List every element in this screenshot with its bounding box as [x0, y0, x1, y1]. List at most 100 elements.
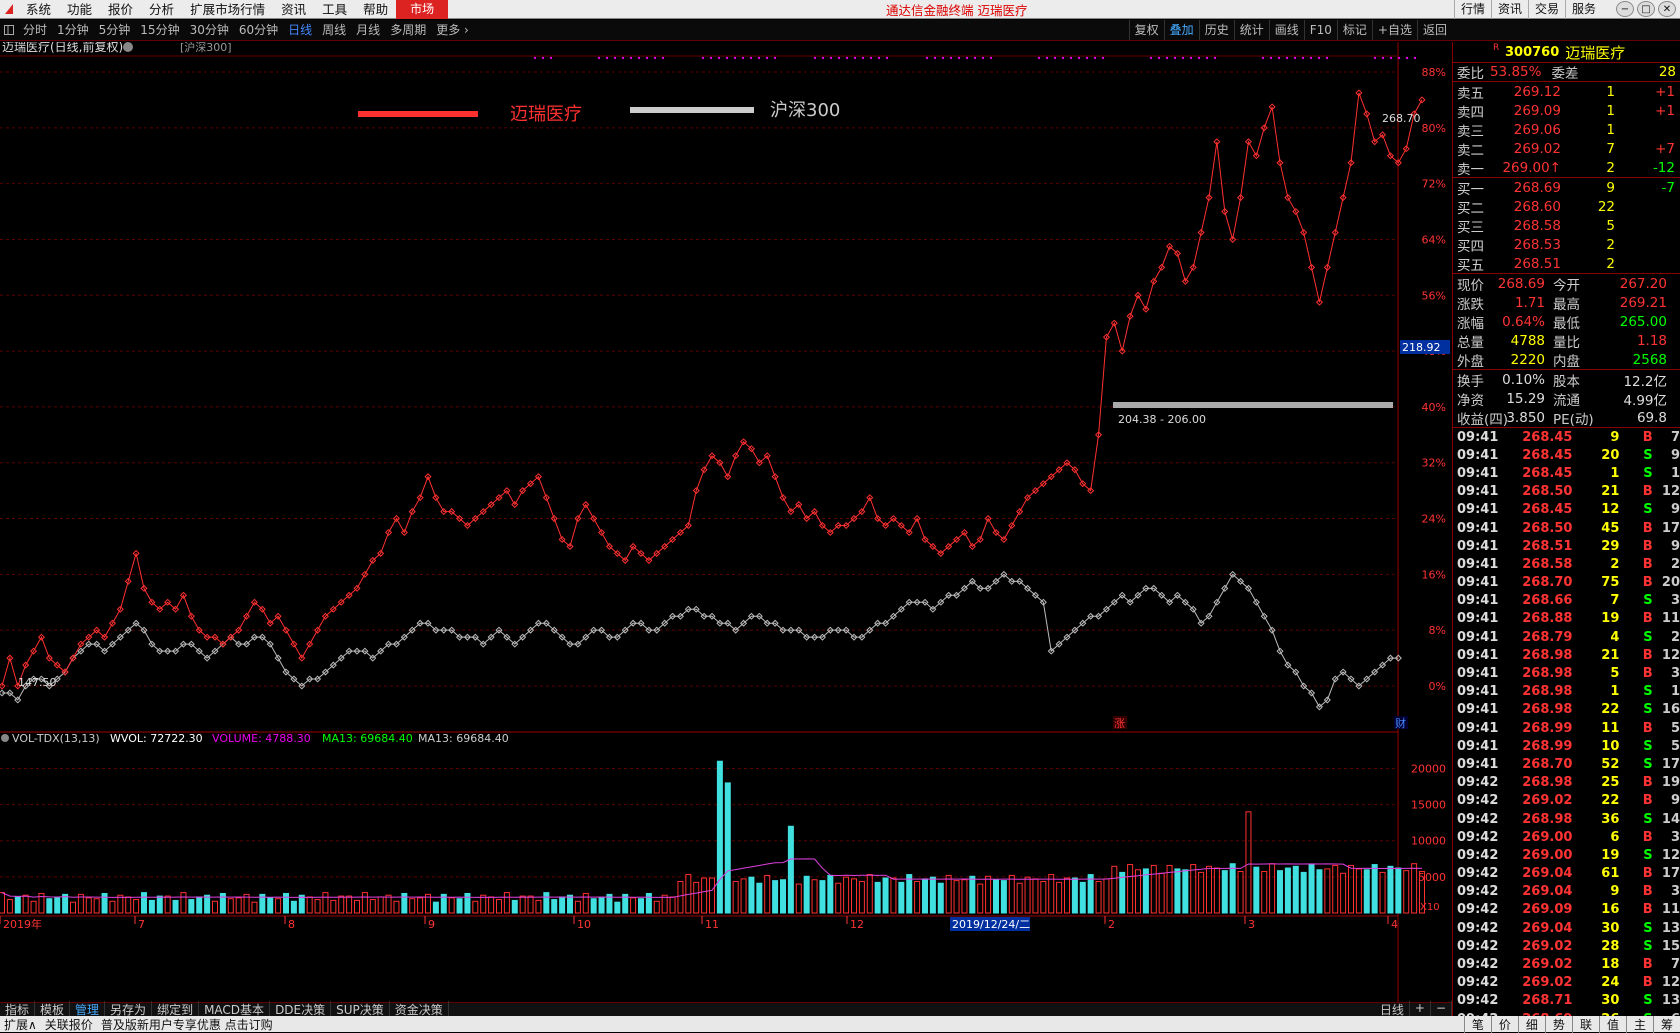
- minimize-icon[interactable]: −: [1616, 1, 1634, 17]
- toolbar-btn-0[interactable]: 复权: [1128, 20, 1164, 40]
- toolbar-btn-5[interactable]: F10: [1303, 20, 1337, 40]
- tick-row-13: 09:41 268.98 5 B 3: [1453, 664, 1680, 682]
- ask-row-4: 卖一 269.00↑ 2 -12: [1453, 158, 1680, 178]
- status-item-1[interactable]: 关联报价: [41, 1016, 97, 1033]
- tick-time: 09:42: [1457, 938, 1499, 954]
- tick-row-10: 09:41 268.88 19 B 11: [1453, 610, 1680, 628]
- status-tab-3[interactable]: 势: [1544, 1015, 1572, 1033]
- ask-row-0: 卖五 269.12 1 +1: [1453, 82, 1680, 102]
- event-dot: [1173, 56, 1177, 60]
- tick-count: 15: [1661, 938, 1680, 954]
- menu-item-3[interactable]: 分析: [141, 0, 182, 19]
- quote-row-0-v1: 268.69: [1497, 275, 1545, 292]
- volume-bar: [693, 881, 700, 914]
- tick-side: S: [1643, 847, 1653, 863]
- toolbar-btn-3[interactable]: 统计: [1233, 20, 1269, 40]
- period-tab-0[interactable]: 分时: [18, 20, 52, 40]
- volume-bar: [164, 895, 171, 914]
- toolbar-btn-2[interactable]: 历史: [1198, 20, 1234, 40]
- menu-item-6[interactable]: 工具: [314, 0, 355, 19]
- toolbar-btn-4[interactable]: 画线: [1268, 20, 1304, 40]
- volume-bar: [993, 879, 999, 914]
- maximize-icon[interactable]: □: [1637, 1, 1655, 17]
- volume-bar: [125, 896, 132, 914]
- tick-vol: 19: [1601, 847, 1620, 863]
- volume-bar: [709, 877, 715, 914]
- status-tab-0[interactable]: 笔: [1463, 1015, 1491, 1033]
- menu-right-2[interactable]: 交易: [1527, 0, 1565, 19]
- menu-item-7[interactable]: 帮助: [355, 0, 396, 19]
- status-tab-6[interactable]: 主: [1625, 1015, 1653, 1033]
- tick-side: B: [1642, 520, 1653, 536]
- volume-bar: [156, 895, 163, 914]
- status-item-0[interactable]: 扩展∧: [0, 1016, 41, 1033]
- volume-bar: [456, 898, 463, 914]
- status-tab-5[interactable]: 值: [1598, 1015, 1626, 1033]
- event-dot: [1053, 56, 1057, 60]
- event-dot: [989, 56, 993, 60]
- tick-side: S: [1643, 738, 1653, 754]
- period-tab-4[interactable]: 30分钟: [185, 20, 234, 40]
- tick-price: 268.98: [1522, 666, 1573, 682]
- menu-item-1[interactable]: 功能: [59, 0, 100, 19]
- quote-panel: R 300760 迈瑞医疗 委比 53.85% 委差 28 卖五 269.12 1 +…: [1452, 42, 1680, 1027]
- menu-right-1[interactable]: 资讯: [1490, 0, 1528, 19]
- period-tab-2[interactable]: 5分钟: [94, 20, 136, 40]
- tick-vol: 30: [1601, 993, 1620, 1009]
- period-tab-3[interactable]: 15分钟: [135, 20, 184, 40]
- menu-item-4[interactable]: 扩展市场行情: [182, 0, 273, 19]
- period-tab-6[interactable]: 日线: [283, 20, 317, 40]
- ask-row-1-price: 269.09: [1513, 102, 1561, 119]
- status-tab-1[interactable]: 价: [1490, 1015, 1518, 1033]
- menu-right-3[interactable]: 服务: [1564, 0, 1602, 19]
- period-tab-10[interactable]: 更多 ›: [431, 20, 474, 40]
- status-item-2[interactable]: 普及版新用户专享优惠 点击订购: [97, 1016, 277, 1033]
- status-tab-2[interactable]: 细: [1517, 1015, 1545, 1033]
- tick-vol: 10: [1601, 738, 1620, 754]
- legend-swatch-1: [630, 107, 754, 113]
- toolbar-btn-1[interactable]: 叠加: [1163, 20, 1199, 40]
- status-tab-4[interactable]: 联: [1571, 1015, 1599, 1033]
- event-dot: [837, 56, 841, 60]
- marker-0: 涨: [1114, 717, 1125, 730]
- toolbar-btn-6[interactable]: 标记: [1336, 20, 1372, 40]
- event-dot: [1037, 56, 1041, 60]
- tick-count: 16: [1661, 702, 1680, 718]
- tick-list[interactable]: 09:41 268.45 9 B 7 09:41 268.45 20 S 9 09:41 268.45…: [1453, 428, 1680, 1028]
- period-tab-8[interactable]: 月线: [351, 20, 385, 40]
- menu-item-2[interactable]: 报价: [100, 0, 141, 19]
- tick-row-30: 09:42 269.02 24 B 12: [1453, 974, 1680, 992]
- tick-vol: 36: [1601, 811, 1620, 827]
- event-dot: [1213, 56, 1217, 60]
- period-tab-1[interactable]: 1分钟: [52, 20, 94, 40]
- volume-bar: [1103, 878, 1110, 914]
- volume-bar: [559, 896, 566, 914]
- market-button[interactable]: 市场: [396, 0, 449, 19]
- menu-item-0[interactable]: 系统: [18, 0, 59, 19]
- price-axis-label: 8%: [1429, 624, 1446, 637]
- volume-bar: [503, 892, 510, 914]
- layout-icon[interactable]: [0, 25, 18, 35]
- menu-right-0[interactable]: 行情: [1453, 0, 1491, 19]
- tick-row-16: 09:41 268.99 11 B 5: [1453, 719, 1680, 737]
- period-tab-9[interactable]: 多周期: [385, 20, 431, 40]
- date-axis-label: 8: [288, 918, 295, 931]
- period-tab-5[interactable]: 60分钟: [234, 20, 283, 40]
- toolbar-btn-7[interactable]: +自选: [1371, 20, 1417, 40]
- status-tab-7[interactable]: 筹: [1652, 1015, 1680, 1033]
- menu-item-5[interactable]: 资讯: [273, 0, 314, 19]
- event-dot: [645, 56, 649, 60]
- close-icon[interactable]: ✕: [1658, 1, 1676, 17]
- tick-row-25: 09:42 269.04 9 B 3: [1453, 883, 1680, 901]
- chart-area[interactable]: 迈瑞医疗(日线,前复权)[沪深300]88%80%72%64%56%48%40%…: [0, 39, 1452, 1002]
- event-dot: [1285, 56, 1289, 60]
- toolbar-btn-8[interactable]: 返回: [1416, 20, 1452, 40]
- volume-bar: [1387, 865, 1394, 914]
- tick-vol: 9: [1610, 884, 1620, 900]
- tick-row-8: 09:41 268.70 75 B 20: [1453, 574, 1680, 592]
- period-tab-7[interactable]: 周线: [317, 20, 351, 40]
- menu-right: 行情 资讯 交易 服务: [1453, 0, 1602, 19]
- ask-row-0-label: 卖五: [1457, 85, 1484, 102]
- volume-bar: [1000, 880, 1007, 914]
- kline-chart[interactable]: 迈瑞医疗(日线,前复权)[沪深300]88%80%72%64%56%48%40%…: [0, 39, 1452, 1002]
